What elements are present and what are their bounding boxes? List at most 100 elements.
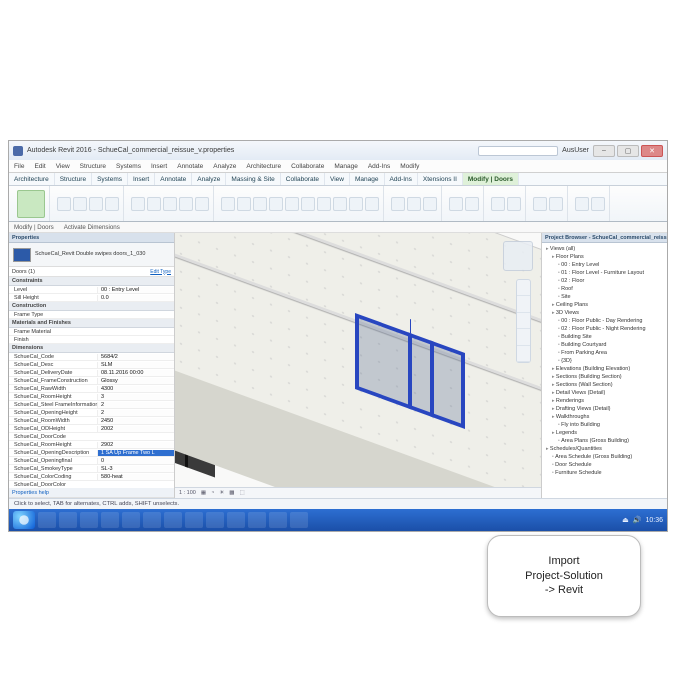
property-row[interactable]: Finish	[9, 336, 174, 344]
start-button[interactable]	[13, 511, 35, 529]
property-row[interactable]: Frame Type	[9, 311, 174, 319]
property-row[interactable]: SchueCal_FrameConstructionGlossy	[9, 377, 174, 385]
property-value[interactable]: 2902	[97, 442, 174, 448]
nav-pan-icon[interactable]	[517, 280, 530, 296]
tree-node[interactable]: Roof	[542, 285, 667, 293]
property-value[interactable]: 4300	[97, 386, 174, 392]
taskbar-item[interactable]	[101, 512, 119, 528]
nav-zoom-icon[interactable]	[517, 296, 530, 312]
menu-item[interactable]: Manage	[329, 160, 363, 172]
ribbon-tab[interactable]: Add-Ins	[385, 173, 418, 185]
ribbon-button[interactable]	[575, 197, 589, 211]
taskbar-item[interactable]	[248, 512, 266, 528]
tree-node[interactable]: Drafting Views (Detail)	[542, 405, 667, 413]
scale-selector[interactable]: 1 : 100	[179, 490, 196, 496]
tree-node[interactable]: Views (all)	[542, 245, 667, 253]
property-value[interactable]: 08.11.2016 00:00	[97, 370, 174, 376]
ribbon-button[interactable]	[365, 197, 379, 211]
menu-item[interactable]: Structure	[75, 160, 111, 172]
minimize-button[interactable]: –	[593, 145, 615, 157]
property-row[interactable]: SchueCal_DoorColor	[9, 481, 174, 488]
nav-more-icon[interactable]	[517, 346, 530, 362]
property-value[interactable]: Glossy	[97, 378, 174, 384]
ribbon-button[interactable]	[105, 197, 119, 211]
menu-item[interactable]: Analyze	[208, 160, 241, 172]
ribbon-button[interactable]	[591, 197, 605, 211]
context-action[interactable]: Activate Dimensions	[64, 222, 120, 232]
ribbon-button[interactable]	[333, 197, 347, 211]
search-input[interactable]	[478, 146, 558, 156]
properties-help-link[interactable]: Properties help	[12, 490, 49, 496]
tray-icon[interactable]: ⏏	[622, 516, 629, 524]
property-group-header[interactable]: Construction	[9, 302, 174, 311]
ribbon-button[interactable]	[237, 197, 251, 211]
ribbon-button[interactable]	[253, 197, 267, 211]
taskbar-item[interactable]	[206, 512, 224, 528]
ribbon-button[interactable]	[391, 197, 405, 211]
ribbon-button[interactable]	[89, 197, 103, 211]
menu-item[interactable]: View	[51, 160, 75, 172]
property-value[interactable]: 2	[97, 402, 174, 408]
tree-node[interactable]: From Parking Area	[542, 349, 667, 357]
property-row[interactable]: SchueCal_Code5684/2	[9, 353, 174, 361]
property-row[interactable]: Frame Material	[9, 328, 174, 336]
ribbon-tab[interactable]: Structure	[55, 173, 92, 185]
tree-node[interactable]: Renderings	[542, 397, 667, 405]
taskbar-item[interactable]	[80, 512, 98, 528]
property-value[interactable]: SLM	[97, 362, 174, 368]
property-row[interactable]: SchueCal_RoomHeight2902	[9, 441, 174, 449]
property-value[interactable]: 0	[97, 458, 174, 464]
navigation-bar[interactable]	[516, 279, 531, 363]
taskbar-item[interactable]	[143, 512, 161, 528]
tree-node[interactable]: Door Schedule	[542, 461, 667, 469]
visual-style-icon[interactable]: ◔	[211, 490, 214, 496]
tree-node[interactable]: Schedules/Quantities	[542, 445, 667, 453]
ribbon-tab[interactable]: Analyze	[192, 173, 226, 185]
tree-node[interactable]: Floor Plans	[542, 253, 667, 261]
menu-item[interactable]: Edit	[29, 160, 50, 172]
ribbon-button[interactable]	[533, 197, 547, 211]
ribbon-button[interactable]	[349, 197, 363, 211]
tree-node[interactable]: 00 : Entry Level	[542, 261, 667, 269]
shadows-icon[interactable]: ▩	[229, 490, 234, 496]
property-value[interactable]: 2002	[97, 426, 174, 432]
menu-item[interactable]: Collaborate	[286, 160, 329, 172]
ribbon-button[interactable]	[269, 197, 283, 211]
ribbon-button[interactable]	[131, 197, 145, 211]
maximize-button[interactable]: ▢	[617, 145, 639, 157]
clock[interactable]: 10:36	[645, 517, 663, 524]
property-value[interactable]: 1 SA Up Frame Two L	[97, 450, 174, 456]
menu-item[interactable]: Insert	[146, 160, 172, 172]
type-selector[interactable]: SchueCal_Revit Double swipes doors_1_030	[9, 243, 174, 267]
detail-level-icon[interactable]: ▦	[201, 490, 206, 496]
tree-node[interactable]: Legends	[542, 429, 667, 437]
ribbon-tab[interactable]: Modify | Doors	[463, 173, 519, 185]
tree-node[interactable]: Fly into Building	[542, 421, 667, 429]
property-row[interactable]: SchueCal_OpeningDescription1 SA Up Frame…	[9, 449, 174, 457]
taskbar-item[interactable]	[185, 512, 203, 528]
ribbon-tab[interactable]: Massing & Site	[226, 173, 280, 185]
ribbon-tab[interactable]: Annotate	[155, 173, 192, 185]
tree-node[interactable]: Walkthroughs	[542, 413, 667, 421]
menu-item[interactable]: Architecture	[241, 160, 286, 172]
property-value[interactable]: SL-3	[97, 466, 174, 472]
system-tray[interactable]: ⏏ 🔊 10:36	[622, 516, 663, 524]
ribbon-tab[interactable]: Collaborate	[281, 173, 325, 185]
menu-item[interactable]: Annotate	[172, 160, 208, 172]
tree-node[interactable]: {3D}	[542, 357, 667, 365]
ribbon-button[interactable]	[549, 197, 563, 211]
tree-node[interactable]: Site	[542, 293, 667, 301]
property-row[interactable]: SchueCal_ODHeight2002	[9, 425, 174, 433]
property-row[interactable]: SchueCal_DescSLM	[9, 361, 174, 369]
property-group-header[interactable]: Materials and Finishes	[9, 319, 174, 328]
property-group-header[interactable]: Constraints	[9, 277, 174, 286]
tray-icon[interactable]: 🔊	[633, 516, 642, 524]
ribbon-tab[interactable]: Insert	[128, 173, 155, 185]
taskbar-item[interactable]	[269, 512, 287, 528]
ribbon-button[interactable]	[285, 197, 299, 211]
sun-path-icon[interactable]: ☀	[219, 490, 224, 496]
tree-node[interactable]: Building Courtyard	[542, 341, 667, 349]
ribbon-button[interactable]	[73, 197, 87, 211]
ribbon-button[interactable]	[301, 197, 315, 211]
ribbon-button[interactable]	[423, 197, 437, 211]
